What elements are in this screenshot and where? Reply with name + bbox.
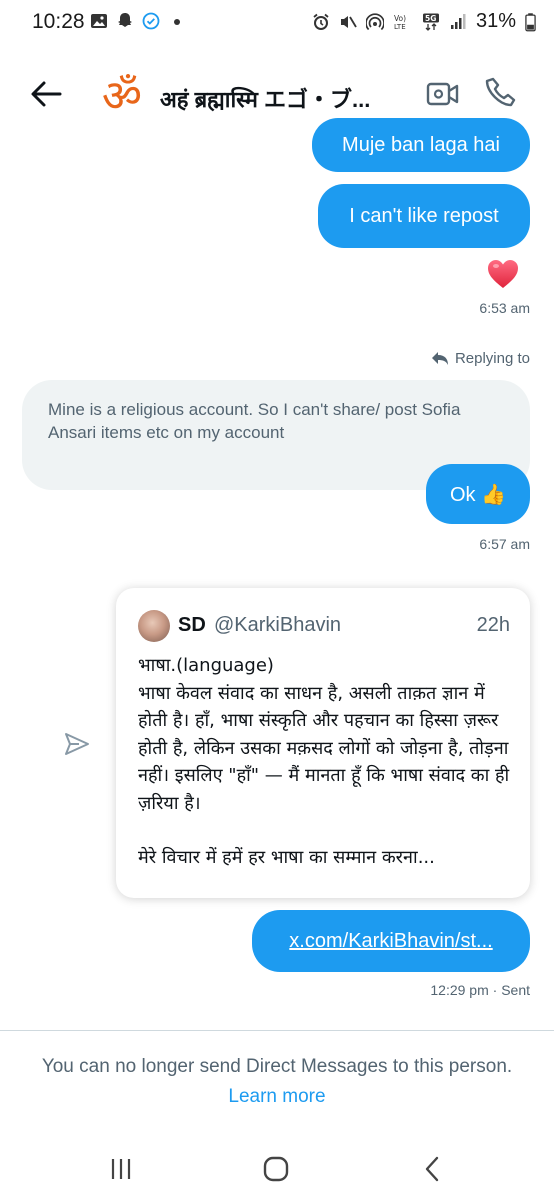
check-badge-icon — [142, 12, 160, 30]
gallery-icon — [91, 14, 107, 28]
divider — [0, 1030, 554, 1031]
alarm-icon — [313, 13, 329, 30]
back-arrow-icon[interactable] — [26, 76, 66, 112]
dot-icon — [174, 19, 180, 25]
svg-text:Vo): Vo) — [394, 14, 406, 23]
conversation-title[interactable]: अहं ब्रह्मास्मि エゴ・ブ... — [160, 82, 400, 114]
author-avatar — [138, 610, 170, 642]
5g-icon: 5G — [422, 13, 439, 31]
notice-text: You can no longer send Direct Messages t… — [41, 1056, 513, 1077]
post-line: भाषा केवल संवाद का साधन है, असली ताक़त ज… — [138, 682, 510, 814]
replying-label: Replying to — [454, 350, 530, 367]
svg-text:5G: 5G — [425, 14, 436, 23]
status-bar: 10:28 Vo) LTE 5G 31% — [0, 0, 554, 46]
message-sent[interactable]: I can't like repost — [318, 184, 530, 248]
post-text: भाषा.(language) भाषा केवल संवाद का साधन … — [138, 652, 518, 872]
snapchat-icon — [118, 13, 132, 27]
replying-indicator: Replying to — [431, 350, 530, 367]
volte-icon: Vo)LTE — [394, 14, 406, 31]
post-line: भाषा.(language) — [138, 655, 274, 676]
reply-arrow-icon — [431, 351, 448, 365]
share-icon[interactable] — [64, 732, 90, 756]
message-sent[interactable]: Muje ban laga hai — [312, 118, 530, 172]
message-timestamp: 6:57 am — [479, 536, 530, 552]
message-sent[interactable]: Ok 👍 — [426, 464, 530, 524]
status-time: 10:28 — [32, 10, 85, 33]
battery-icon — [525, 12, 536, 31]
hotspot-icon — [365, 12, 384, 30]
svg-text:LTE: LTE — [394, 23, 406, 31]
dm-disabled-notice: You can no longer send Direct Messages t… — [40, 1052, 514, 1112]
signal-icon — [450, 13, 466, 29]
post-line: मेरे विचार में हमें हर भाषा का सम्मान कर… — [138, 847, 435, 868]
video-call-icon[interactable] — [426, 78, 460, 110]
recent-apps-icon[interactable] — [106, 1154, 136, 1184]
mute-icon — [340, 15, 357, 28]
conversation-header: ॐ अहं ब्रह्मास्मि エゴ・ブ... — [0, 62, 554, 126]
heart-reaction-icon[interactable] — [486, 258, 520, 290]
message-link-bubble[interactable]: x.com/KarkiBhavin/st... — [252, 910, 530, 972]
battery-percent: 31% — [475, 10, 516, 32]
message-link[interactable]: x.com/KarkiBhavin/st... — [289, 930, 492, 953]
home-icon[interactable] — [261, 1154, 291, 1184]
shared-post-card[interactable]: SD @KarkiBhavin 22h भाषा.(language) भाषा… — [116, 588, 530, 898]
back-nav-icon[interactable] — [418, 1154, 448, 1184]
phone-call-icon[interactable] — [484, 76, 518, 110]
message-timestamp: 12:29 pm · Sent — [430, 982, 530, 998]
post-age: 22h — [476, 614, 510, 636]
author-name: SD — [178, 614, 206, 636]
author-handle: @KarkiBhavin — [214, 614, 342, 636]
learn-more-link[interactable]: Learn more — [228, 1086, 325, 1107]
avatar[interactable]: ॐ — [96, 68, 148, 122]
system-nav-bar — [0, 1140, 554, 1200]
message-timestamp: 6:53 am — [479, 300, 530, 316]
